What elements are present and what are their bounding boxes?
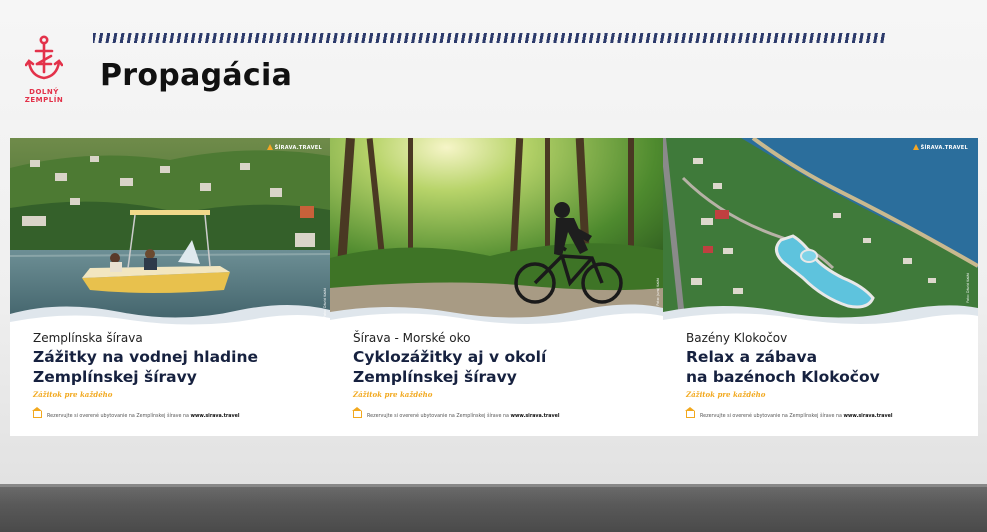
poster-pools: ŠÍRAVA.TRAVEL Foto: Dávid Kalát Bazény K… bbox=[663, 138, 978, 436]
headline-line-2: Zemplínskej šíravy bbox=[353, 368, 517, 386]
poster-subtitle: Šírava - Morské oko bbox=[353, 331, 471, 345]
poster-headline: Relax a zábava na bazénoch Klokočov bbox=[686, 347, 978, 387]
home-icon bbox=[352, 407, 362, 418]
footer-text: Rezervujte si overené ubytovanie na Zemp… bbox=[367, 414, 511, 419]
dolny-zemplin-logo: DOLNÝ ZEMPLÍN bbox=[18, 34, 70, 114]
footer-link: www.sirava.travel bbox=[510, 414, 560, 419]
footer-text: Rezervujte si overené ubytovanie na Zemp… bbox=[47, 414, 191, 419]
brand-triangle-icon bbox=[266, 144, 273, 150]
photo-credit: Foto: Dávid Kalát bbox=[323, 288, 327, 318]
poster-headline: Zážitky na vodnej hladine Zemplínskej ší… bbox=[33, 347, 330, 387]
poster-water: ŠÍRAVA.TRAVEL Foto: Dávid Kalát Zemplíns… bbox=[10, 138, 330, 436]
poster-footer: Rezervujte si overené ubytovanie na Zemp… bbox=[352, 407, 560, 419]
poster-subtitle: Bazény Klokočov bbox=[686, 331, 788, 345]
home-icon bbox=[32, 407, 42, 418]
footer-text: Rezervujte si overené ubytovanie na Zemp… bbox=[700, 414, 844, 419]
poster-tagline: Zážitok pre každého bbox=[686, 390, 766, 399]
logo-line-1: DOLNÝ bbox=[29, 88, 59, 96]
footer-link: www.sirava.travel bbox=[190, 414, 240, 419]
anchor-icon bbox=[25, 35, 63, 80]
headline-line-1: Relax a zábava bbox=[686, 348, 818, 366]
photo-credit: Foto: Dávid Kalát bbox=[966, 273, 970, 303]
headline-line-1: Zážitky na vodnej hladine bbox=[33, 348, 259, 366]
headline-line-2: na bazénoch Klokočov bbox=[686, 368, 880, 386]
poster-row: ŠÍRAVA.TRAVEL Foto: Dávid Kalát Zemplíns… bbox=[10, 138, 978, 436]
home-icon bbox=[685, 407, 695, 418]
slide-title: Propagácia bbox=[100, 58, 293, 93]
poster-cycling: Foto: Juraj Kalát Šírava - Morské oko Cy… bbox=[330, 138, 663, 436]
footer-link: www.sirava.travel bbox=[843, 414, 893, 419]
brand-mark: ŠÍRAVA.TRAVEL bbox=[266, 144, 322, 151]
headline-line-1: Cyklozážitky aj v okolí bbox=[353, 348, 547, 366]
poster-subtitle: Zemplínska šírava bbox=[33, 331, 143, 345]
headline-line-2: Zemplínskej šíravy bbox=[33, 368, 197, 386]
brand-mark: ŠÍRAVA.TRAVEL bbox=[912, 144, 968, 151]
brand-label: ŠÍRAVA.TRAVEL bbox=[274, 145, 322, 151]
photo-credit: Foto: Juraj Kalát bbox=[656, 278, 660, 306]
floor-strip bbox=[0, 484, 987, 532]
brand-triangle-icon bbox=[912, 144, 919, 150]
brand-label: ŠÍRAVA.TRAVEL bbox=[920, 145, 968, 151]
poster-footer: Rezervujte si overené ubytovanie na Zemp… bbox=[32, 407, 240, 419]
poster-footer: Rezervujte si overené ubytovanie na Zemp… bbox=[685, 407, 893, 419]
poster-tagline: Zážitok pre každého bbox=[33, 390, 113, 399]
logo-line-2: ZEMPLÍN bbox=[24, 96, 64, 104]
poster-headline: Cyklozážitky aj v okolí Zemplínskej šíra… bbox=[353, 347, 653, 387]
poster-tagline: Zážitok pre každého bbox=[353, 390, 433, 399]
decorative-stripe bbox=[93, 33, 885, 43]
